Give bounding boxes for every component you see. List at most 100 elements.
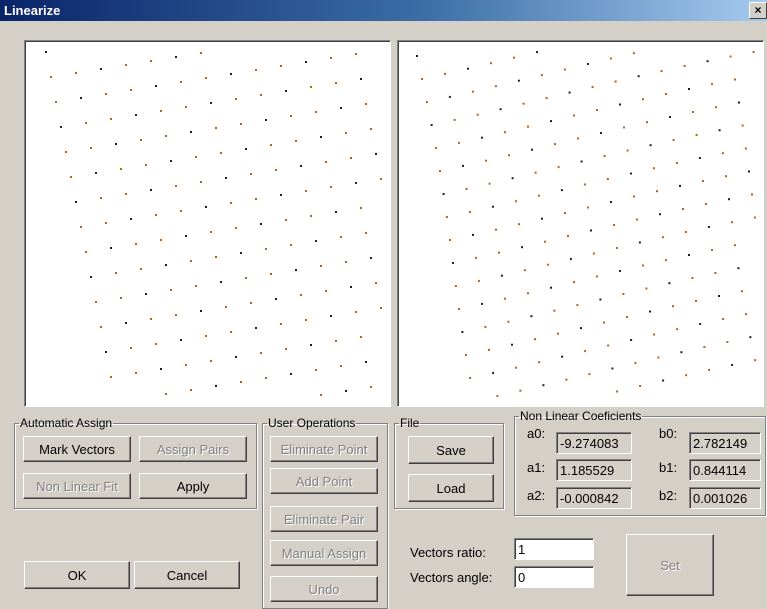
grid-point xyxy=(449,239,451,241)
grid-point xyxy=(205,206,207,208)
b2-label: b2: xyxy=(659,488,678,503)
grid-point xyxy=(491,205,494,208)
grid-point xyxy=(580,327,582,330)
grid-point xyxy=(699,323,702,325)
grid-point xyxy=(668,282,671,285)
grid-point xyxy=(300,165,302,167)
grid-point xyxy=(240,252,242,254)
grid-point xyxy=(542,384,545,387)
grid-point xyxy=(485,159,487,162)
set-button[interactable]: Set xyxy=(626,534,714,596)
grid-point xyxy=(649,144,652,147)
automatic-assign-legend: Automatic Assign xyxy=(20,416,113,430)
grid-point xyxy=(481,136,483,139)
grid-point xyxy=(675,162,678,164)
eliminate-point-button[interactable]: Eliminate Point xyxy=(270,436,378,462)
grid-point xyxy=(481,302,483,305)
grid-point xyxy=(676,328,679,331)
grid-point xyxy=(340,107,342,109)
grid-point xyxy=(115,143,117,145)
grid-point xyxy=(626,316,628,318)
grid-point xyxy=(496,394,499,397)
cancel-button[interactable]: Cancel xyxy=(134,561,240,589)
a2-label: a2: xyxy=(527,488,546,503)
add-point-button[interactable]: Add Point xyxy=(270,468,378,494)
grid-point xyxy=(330,315,332,317)
grid-point xyxy=(210,360,212,362)
grid-point xyxy=(245,277,247,279)
vectors-angle-input[interactable] xyxy=(514,566,594,588)
grid-point xyxy=(657,356,660,359)
grid-point xyxy=(573,114,575,117)
grid-point xyxy=(75,72,77,74)
grid-point xyxy=(554,143,556,146)
eliminate-pair-button[interactable]: Eliminate Pair xyxy=(270,506,378,532)
grid-point xyxy=(749,336,752,339)
grid-point xyxy=(180,339,182,341)
grid-point xyxy=(195,156,197,158)
grid-point xyxy=(599,298,602,301)
grid-point xyxy=(280,194,282,196)
grid-point xyxy=(540,74,543,77)
grid-point xyxy=(652,167,655,170)
grid-point xyxy=(255,327,257,329)
grid-point xyxy=(320,394,322,396)
save-button[interactable]: Save xyxy=(408,436,494,464)
grid-point xyxy=(561,355,564,358)
source-points-canvas[interactable] xyxy=(24,40,391,407)
mark-vectors-button[interactable]: Mark Vectors xyxy=(23,436,131,462)
grid-point xyxy=(320,265,322,267)
grid-point xyxy=(607,344,610,347)
grid-point xyxy=(619,103,621,106)
grid-point xyxy=(722,318,725,320)
grid-point xyxy=(692,111,694,113)
grid-point xyxy=(745,313,748,316)
grid-point xyxy=(200,52,202,54)
grid-point xyxy=(475,256,477,259)
a0-label: a0: xyxy=(527,426,546,441)
grid-point xyxy=(538,361,541,364)
grid-point xyxy=(110,376,112,378)
grid-point xyxy=(718,295,720,297)
grid-point xyxy=(569,258,572,261)
grid-point xyxy=(626,149,629,152)
a0-field xyxy=(556,432,632,454)
vectors-ratio-input[interactable] xyxy=(514,538,594,560)
grid-point xyxy=(270,273,272,275)
grid-point xyxy=(225,177,227,179)
assign-pairs-button[interactable]: Assign Pairs xyxy=(139,436,247,462)
grid-point xyxy=(623,126,625,129)
grid-point xyxy=(185,364,187,366)
grid-point xyxy=(235,356,237,358)
grid-point xyxy=(444,72,446,75)
apply-button[interactable]: Apply xyxy=(139,473,247,499)
grid-point xyxy=(636,218,638,221)
grid-point xyxy=(421,78,423,80)
non-linear-fit-button[interactable]: Non Linear Fit xyxy=(23,473,131,499)
grid-point xyxy=(703,346,706,348)
grid-point xyxy=(150,318,152,320)
grid-point xyxy=(190,131,192,133)
manual-assign-button[interactable]: Manual Assign xyxy=(270,540,378,566)
grid-point xyxy=(380,178,382,180)
grid-point xyxy=(695,134,698,136)
grid-point xyxy=(265,377,267,379)
grid-point xyxy=(753,216,756,219)
grid-point xyxy=(661,236,664,239)
ok-button[interactable]: OK xyxy=(24,561,130,589)
undo-button[interactable]: Undo xyxy=(270,576,378,602)
grid-point xyxy=(140,268,142,270)
grid-point xyxy=(596,109,598,111)
grid-point xyxy=(260,94,262,96)
grid-point xyxy=(610,201,612,203)
close-icon[interactable]: × xyxy=(749,2,767,19)
target-points-canvas[interactable] xyxy=(397,40,764,407)
grid-point xyxy=(105,93,107,95)
load-button[interactable]: Load xyxy=(408,474,494,502)
grid-point xyxy=(544,240,546,243)
grid-point xyxy=(105,222,107,224)
grid-point xyxy=(630,339,633,341)
grid-point xyxy=(155,343,157,345)
grid-point xyxy=(350,286,352,288)
grid-point xyxy=(250,173,252,175)
